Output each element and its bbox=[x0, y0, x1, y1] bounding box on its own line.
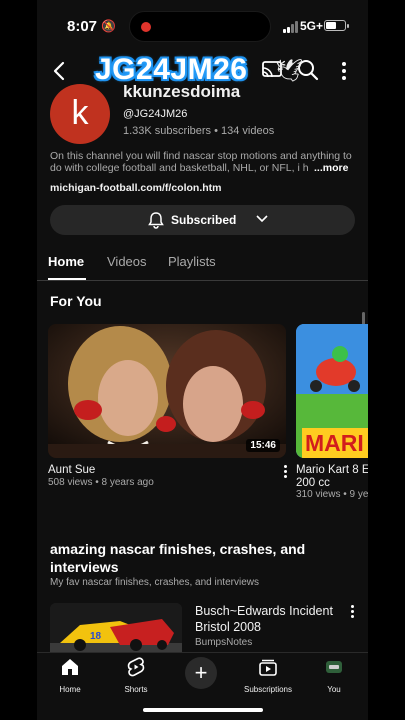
nav-home[interactable]: Home bbox=[37, 657, 103, 694]
home-icon bbox=[62, 659, 78, 675]
nav-shorts-label: Shorts bbox=[124, 685, 148, 694]
nav-home-label: Home bbox=[59, 685, 81, 694]
nav-you[interactable]: You bbox=[301, 657, 367, 694]
thumbnail-image: 18 bbox=[50, 603, 182, 659]
silent-bell-icon: 🔕 bbox=[101, 19, 116, 33]
shorts-icon bbox=[127, 657, 145, 677]
channel-tabs: Home Videos Playlists bbox=[37, 245, 368, 281]
tab-home[interactable]: Home bbox=[48, 254, 84, 269]
video-title-line2: 200 cc bbox=[296, 477, 330, 489]
you-avatar-icon bbox=[326, 661, 342, 673]
video-duration: 15:46 bbox=[246, 439, 280, 452]
tab-videos[interactable]: Videos bbox=[107, 254, 147, 269]
channel-name: kkunzesdoima bbox=[123, 82, 241, 101]
battery-icon bbox=[324, 20, 349, 31]
channel-link[interactable]: michigan-football.com/f/colon.htm bbox=[50, 182, 222, 194]
more-options-icon[interactable] bbox=[336, 60, 352, 82]
channel-stats: 1.33K subscribers • 134 videos bbox=[123, 125, 275, 137]
video-meta: 310 views • 9 ye bbox=[296, 489, 368, 500]
video-title[interactable]: Mario Kart 8 E 200 cc bbox=[296, 464, 368, 490]
video-title[interactable]: Aunt Sue bbox=[48, 464, 95, 476]
nav-you-label: You bbox=[327, 685, 341, 694]
chevron-down-icon bbox=[256, 215, 268, 223]
video-meta: 508 views • 8 years ago bbox=[48, 477, 154, 488]
tab-playlists[interactable]: Playlists bbox=[168, 254, 216, 269]
thumbnail-logo-text: MARI bbox=[305, 430, 364, 456]
channel-avatar[interactable]: k bbox=[50, 84, 110, 144]
subscribed-label: Subscribed bbox=[171, 213, 237, 227]
video-thumbnail[interactable]: 18 bbox=[50, 603, 182, 659]
channel-description[interactable]: On this channel you will find nascar sto… bbox=[50, 150, 355, 174]
status-bar: 8:07 🔕 5G+ bbox=[37, 0, 368, 52]
playlist-description: My fav nascar finishes, crashes, and int… bbox=[50, 577, 259, 588]
active-tab-indicator bbox=[48, 278, 86, 280]
description-more-link[interactable]: ...more bbox=[314, 162, 348, 174]
nav-shorts[interactable]: Shorts bbox=[103, 657, 169, 694]
dynamic-island bbox=[129, 11, 271, 42]
video-more-icon[interactable] bbox=[348, 605, 356, 619]
video-thumbnail[interactable]: 15:46 bbox=[48, 324, 286, 458]
nav-subscriptions-label: Subscriptions bbox=[243, 685, 293, 694]
thumbnail-image bbox=[48, 324, 286, 458]
subscribed-button[interactable]: Subscribed bbox=[50, 205, 355, 235]
video-channel: BumpsNotes bbox=[195, 637, 253, 648]
video-more-icon[interactable] bbox=[281, 465, 289, 479]
network-type: 5G+ bbox=[300, 19, 324, 33]
recording-dot-icon bbox=[141, 22, 151, 32]
video-title[interactable]: Busch~Edwards Incident Bristol 2008 bbox=[195, 603, 345, 635]
nav-subscriptions[interactable]: Subscriptions bbox=[235, 657, 301, 694]
status-time: 8:07 bbox=[67, 18, 98, 35]
home-indicator[interactable] bbox=[143, 708, 263, 712]
create-plus-icon[interactable]: + bbox=[185, 657, 217, 689]
subscriptions-icon bbox=[259, 659, 277, 676]
bell-icon bbox=[148, 212, 164, 229]
app-screen: 8:07 🔕 5G+ JG24JM26 🕊 k kkunzesdoima @JG… bbox=[37, 0, 368, 720]
for-you-heading: For You bbox=[50, 293, 102, 309]
playlist-heading[interactable]: amazing nascar finishes, crashes, and in… bbox=[50, 540, 350, 576]
svg-text:18: 18 bbox=[90, 631, 102, 642]
signal-icon bbox=[283, 21, 299, 33]
back-arrow-icon[interactable] bbox=[47, 58, 73, 84]
channel-handle: @JG24JM26 bbox=[123, 108, 188, 120]
dove-icon: 🕊 bbox=[275, 58, 303, 83]
video-title-line1: Mario Kart 8 E bbox=[296, 464, 368, 476]
